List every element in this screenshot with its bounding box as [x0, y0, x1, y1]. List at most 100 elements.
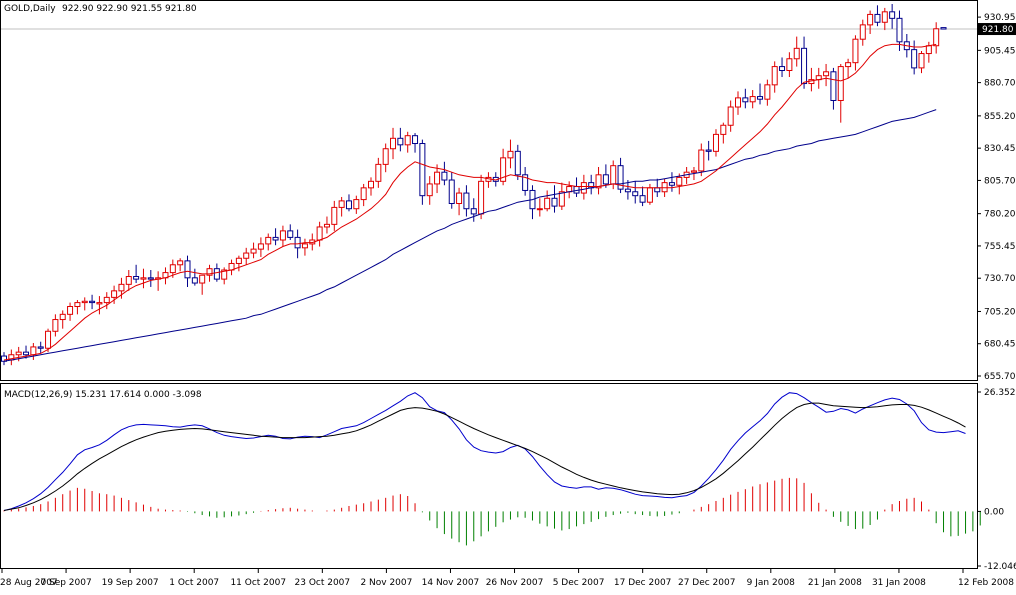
candle-body — [279, 230, 286, 241]
chart-root: 930.95 905.45 880.70 855.20 830.45 805.70 780.… — [0, 0, 1016, 591]
candle-body — [837, 66, 844, 101]
candle-body — [801, 47, 808, 85]
candle-body — [712, 133, 719, 152]
candle-body — [918, 53, 925, 69]
candle-body — [786, 58, 793, 71]
price-y-tick-label: 655.70 — [984, 372, 1016, 382]
candle-body — [859, 24, 866, 40]
candle-body — [830, 71, 837, 101]
candle-body — [111, 290, 118, 298]
candle-body — [735, 97, 741, 108]
candle-body — [45, 330, 52, 349]
candle-body — [404, 135, 411, 146]
candle-body — [771, 66, 778, 86]
candle-body — [478, 180, 485, 215]
candle-body — [749, 96, 756, 103]
price-y-tick-label: 830.45 — [984, 144, 1016, 154]
candle-body — [544, 197, 551, 210]
candle-body — [250, 248, 257, 254]
candle-body — [426, 183, 433, 197]
candle-body — [661, 182, 668, 193]
candle-body — [316, 226, 323, 241]
chart-background — [0, 0, 1016, 591]
candle-body — [103, 296, 110, 304]
candle-body — [874, 13, 881, 23]
price-panel-title: GOLD,Daily — [4, 4, 56, 14]
candle-body — [933, 28, 940, 47]
candle-body — [580, 182, 587, 194]
candle-body — [632, 191, 639, 197]
candle-body — [925, 45, 932, 55]
candle-body — [235, 257, 242, 264]
candle-body — [419, 143, 426, 197]
candle-body — [397, 137, 404, 146]
candle-body — [602, 174, 609, 185]
candle-body — [37, 346, 44, 349]
candle-body — [213, 268, 220, 280]
price-y-tick-label: 930.95 — [984, 13, 1016, 23]
candle-body — [764, 84, 771, 100]
candle-body — [654, 187, 661, 193]
candle-body — [742, 97, 749, 103]
candle-body — [624, 188, 631, 193]
candle-body — [133, 276, 140, 280]
x-tick-label: 9 Jan 2008 — [747, 578, 795, 588]
candle-body — [287, 230, 294, 238]
candle-body — [294, 236, 301, 249]
candle-body — [793, 47, 800, 60]
candle-body — [779, 66, 786, 71]
price-y-tick-label: 805.70 — [984, 176, 1016, 186]
candle-body — [118, 283, 125, 292]
candle-body — [140, 277, 147, 280]
candle-body — [199, 274, 206, 284]
candle-body — [448, 179, 455, 204]
candle-body — [323, 223, 330, 228]
candle-body — [705, 149, 712, 152]
candle-body — [67, 306, 74, 315]
candle-body — [177, 260, 184, 266]
candle-body — [81, 300, 88, 304]
price-y-tick-label: 855.20 — [984, 112, 1016, 122]
candle-body — [169, 264, 176, 274]
candle-body — [30, 346, 37, 356]
candle-body — [89, 300, 96, 304]
x-tick-label: 26 Nov 2007 — [486, 578, 544, 588]
candle-body — [191, 277, 198, 284]
macd-y-tick-label: -12.046 — [984, 562, 1016, 572]
candle-body — [243, 252, 250, 259]
candle-body — [823, 71, 830, 77]
price-y-tick-label: 905.45 — [984, 46, 1016, 56]
candle-body — [881, 11, 888, 23]
candle-body — [676, 176, 683, 186]
candle-body — [368, 180, 374, 189]
candle-body — [867, 13, 874, 26]
macd-y-tick-label: 26.352 — [984, 388, 1016, 398]
candle-body — [390, 137, 397, 150]
candle-body — [698, 149, 705, 172]
gold-daily-chart: 930.95 905.45 880.70 855.20 830.45 805.70 780.… — [0, 0, 1016, 591]
price-y-tick-label: 880.70 — [984, 79, 1016, 89]
candle-body — [345, 200, 352, 210]
candle-body — [940, 27, 947, 30]
price-y-tick-label: 755.45 — [984, 242, 1016, 252]
candle-body — [301, 243, 308, 249]
candle-body — [514, 150, 521, 176]
candle-body — [382, 148, 389, 165]
x-tick-label: 5 Dec 2007 — [553, 578, 605, 588]
macd-y-tick-label: 0.00 — [984, 507, 1004, 517]
candle-body — [338, 200, 345, 208]
candle-body — [441, 171, 448, 181]
x-tick-label: 12 Feb 2008 — [958, 578, 1014, 588]
candle-body — [434, 171, 441, 185]
candle-body — [727, 106, 734, 126]
candle-body — [265, 236, 272, 245]
candle-body — [272, 236, 279, 241]
candle-body — [59, 313, 66, 321]
candle-body — [507, 150, 514, 159]
x-tick-label: 27 Dec 2007 — [678, 578, 736, 588]
x-tick-label: 21 Jan 2008 — [808, 578, 862, 588]
candle-body — [52, 319, 59, 332]
x-tick-label: 23 Oct 2007 — [295, 578, 351, 588]
candle-body — [646, 187, 653, 203]
candle-body — [720, 124, 727, 135]
